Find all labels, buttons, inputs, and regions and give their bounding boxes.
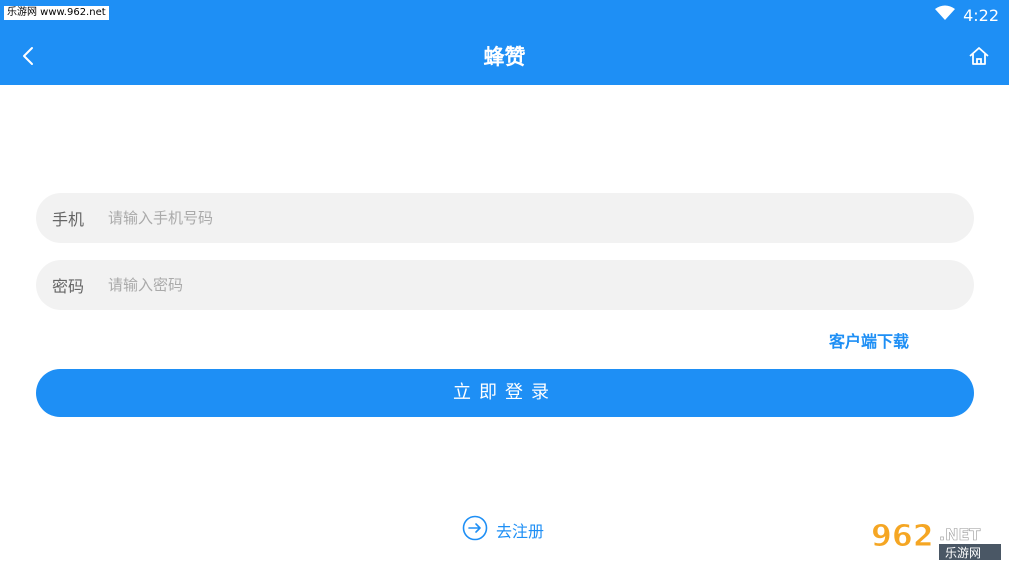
home-button[interactable] [965, 44, 993, 72]
home-icon [968, 46, 990, 70]
login-button[interactable]: 立即登录 [36, 369, 974, 417]
back-button[interactable] [14, 44, 42, 72]
register-label: 去注册 [496, 522, 545, 541]
clock-time: 4:22 [963, 5, 999, 25]
status-indicators: 4:22 [935, 4, 999, 26]
client-download-link[interactable]: 客户端下载 [829, 328, 909, 352]
site-watermark: 乐游网 www.962.net [4, 6, 109, 20]
app-bar: 蜂赞 [0, 30, 1009, 85]
logo-site-name: 乐游网 [945, 546, 981, 560]
status-bar: 乐游网 www.962.net 4:22 [0, 0, 1009, 30]
logo-suffix: .NET [939, 525, 980, 544]
password-label: 密码 [52, 277, 85, 296]
arrow-right-circle-icon [462, 515, 488, 545]
logo-number: 962 [871, 519, 934, 554]
chevron-left-icon [21, 46, 35, 70]
phone-field: 手机 [36, 193, 974, 243]
site-logo-watermark: 962 .NET 乐游网 [869, 516, 1003, 562]
wifi-icon [935, 5, 956, 25]
phone-label: 手机 [52, 210, 85, 229]
password-input[interactable] [106, 264, 974, 306]
register-link[interactable]: 去注册 [462, 515, 545, 545]
login-screen: 乐游网 www.962.net 4:22 蜂赞 手机 请输入手机号码 密码 客户… [0, 0, 1009, 568]
phone-input[interactable] [106, 197, 974, 239]
password-field: 密码 [36, 260, 974, 310]
page-title: 蜂赞 [483, 45, 526, 69]
